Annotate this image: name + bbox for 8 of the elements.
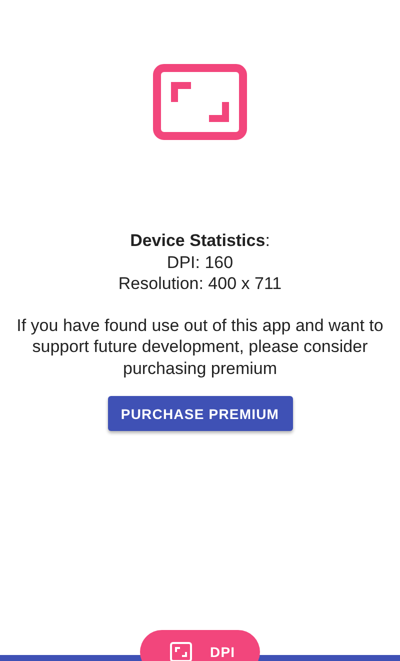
support-message: If you have found use out of this app and want to support future development, please consider purchasing premium <box>16 314 384 379</box>
stats-heading: Device Statistics: <box>129 230 271 252</box>
screen-size-icon <box>153 64 247 140</box>
screen-size-icon <box>170 642 192 661</box>
dpi-button[interactable]: DPI <box>140 630 260 661</box>
purchase-premium-button[interactable]: PURCHASE PREMIUM <box>108 396 292 431</box>
stat-line: Resolution: 400 x 711 <box>118 273 282 294</box>
stat-line: DPI: 160 <box>166 252 234 273</box>
